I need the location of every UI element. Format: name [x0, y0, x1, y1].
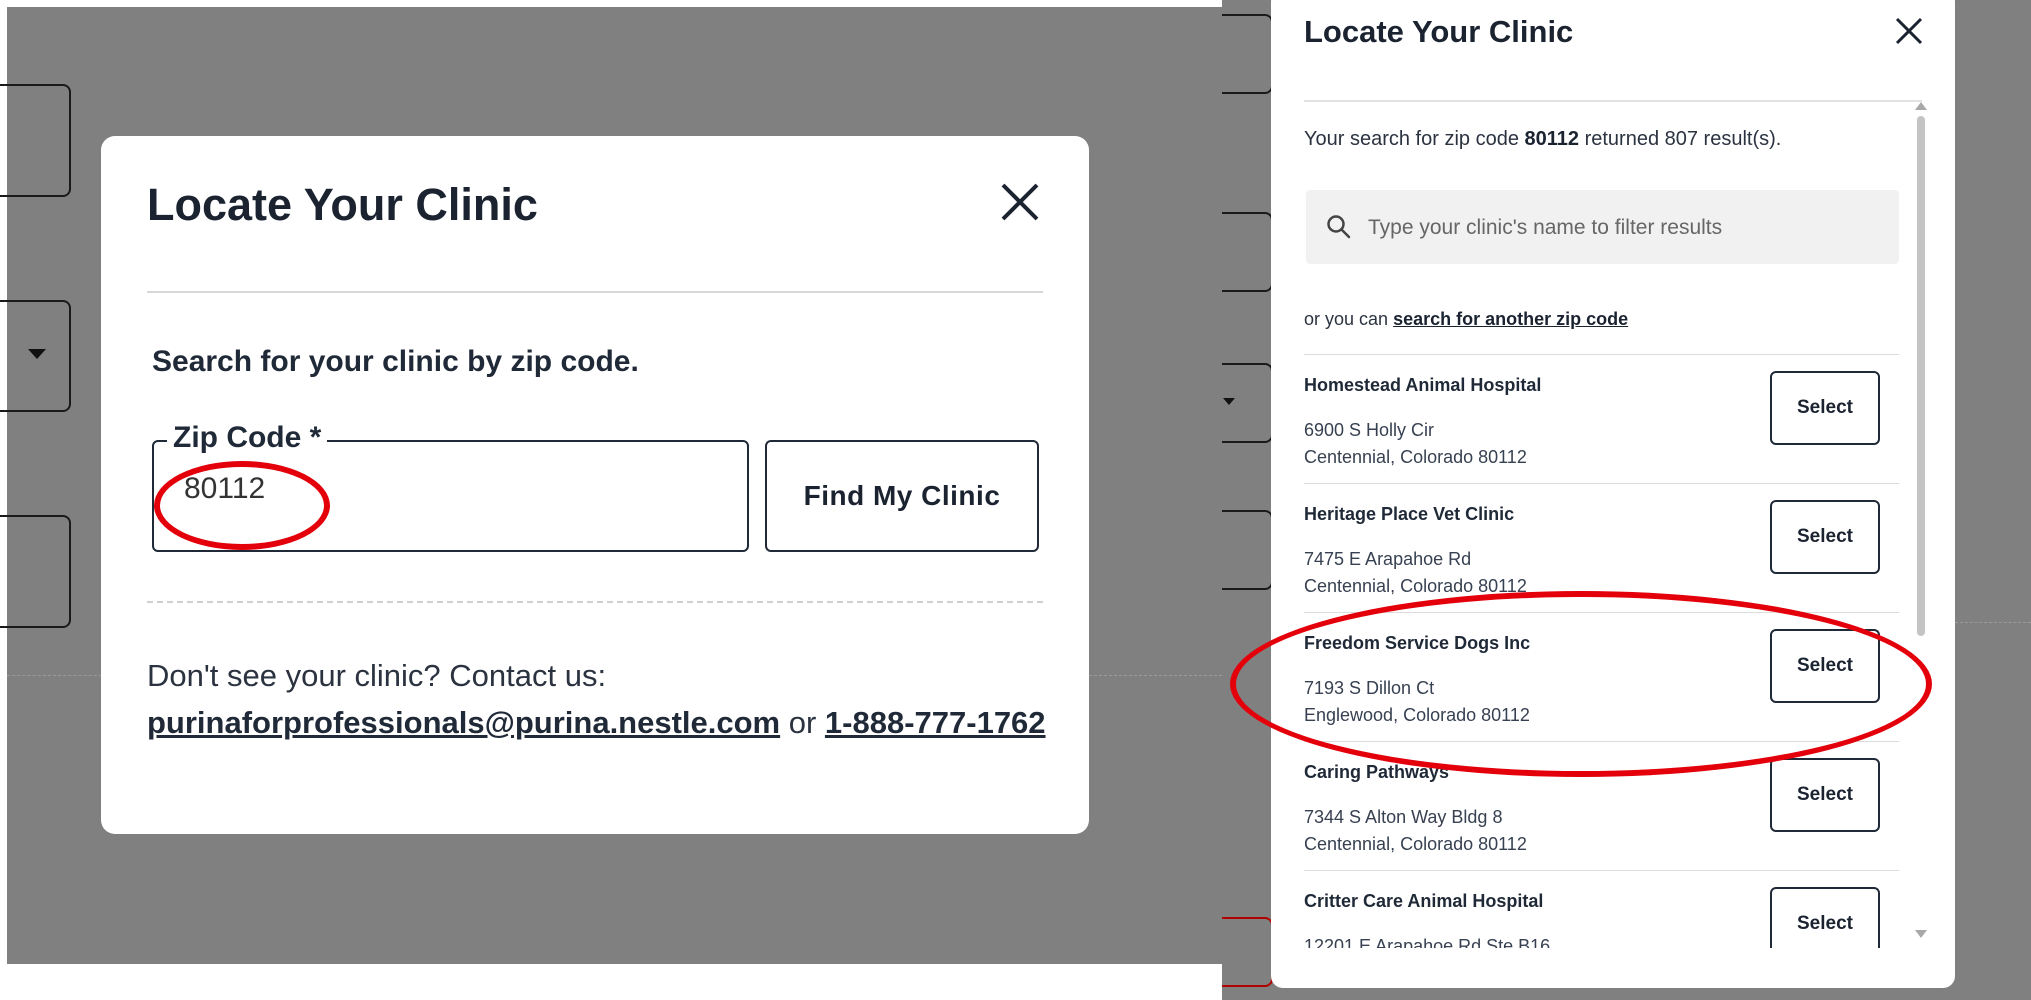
filter-input[interactable] — [1366, 210, 1880, 246]
close-icon[interactable] — [998, 180, 1042, 224]
contact-email-link[interactable]: purinaforprofessionals@purina.nestle.com — [147, 705, 780, 740]
clinic-address: 7193 S Dillon Ct Englewood, Colorado 8011… — [1304, 675, 1530, 729]
select-clinic-button[interactable]: Select — [1770, 887, 1880, 948]
close-icon[interactable] — [1894, 16, 1924, 46]
or-text: or you can — [1304, 309, 1394, 329]
scrollbar[interactable] — [1914, 102, 1927, 948]
clinic-name: Homestead Animal Hospital — [1304, 375, 1542, 395]
background-input — [1222, 510, 1273, 590]
summary-prefix: Your search for zip code — [1304, 128, 1525, 150]
background-input — [1222, 14, 1273, 94]
contact-or: or — [780, 705, 825, 740]
scroll-up-arrow-icon[interactable] — [1915, 102, 1927, 110]
chevron-down-icon — [28, 349, 46, 359]
clinic-name: Caring Pathways — [1304, 762, 1450, 782]
search-prompt: Search for your clinic by zip code. — [152, 345, 639, 378]
clinic-address: 12201 E Arapahoe Rd Ste B16 — [1304, 933, 1550, 948]
dialog-title: Locate Your Clinic — [147, 179, 538, 230]
search-icon — [1327, 215, 1351, 239]
select-clinic-button[interactable]: Select — [1770, 371, 1880, 445]
clinic-street: 7193 S Dillon Ct — [1304, 678, 1435, 698]
search-another-zip-link[interactable]: search for another zip code — [1393, 309, 1628, 329]
zip-code-label: Zip Code * — [167, 420, 328, 456]
list-item: Freedom Service Dogs Inc 7193 S Dillon Ct… — [1304, 612, 1899, 741]
select-clinic-button[interactable]: Select — [1770, 758, 1880, 832]
background-divider — [1089, 675, 1222, 676]
clinic-city: Centennial, Colorado 80112 — [1304, 447, 1527, 467]
filter-field[interactable] — [1306, 190, 1899, 264]
background-input — [1222, 212, 1273, 292]
contact-phone-link[interactable]: 1-888-777-1762 — [825, 705, 1046, 740]
dialog-title: Locate Your Clinic — [1304, 14, 1574, 49]
chevron-down-icon — [1223, 398, 1235, 405]
clinic-name: Critter Care Animal Hospital — [1304, 891, 1544, 911]
contact-text: Don't see your clinic? Contact us: purin… — [147, 652, 1047, 746]
list-item: Heritage Place Vet Clinic 7475 E Arapahoe… — [1304, 483, 1899, 612]
clinic-results-dialog: Locate Your Clinic Your search for zip c… — [1271, 0, 1955, 988]
background-input — [0, 515, 71, 628]
search-again-text: or you can search for another zip code — [1304, 309, 1628, 330]
clinic-list: Homestead Animal Hospital 6900 S Holly Ci… — [1304, 354, 1899, 948]
right-screenshot-panel: Locate Your Clinic Your search for zip c… — [1222, 0, 2031, 1000]
dialog-divider — [147, 291, 1043, 293]
select-clinic-button[interactable]: Select — [1770, 629, 1880, 703]
clinic-address: 7344 S Alton Way Bldg 8 Centennial, Color… — [1304, 804, 1527, 858]
clinic-city: Centennial, Colorado 80112 — [1304, 576, 1527, 596]
clinic-street: 7475 E Arapahoe Rd — [1304, 549, 1472, 569]
scroll-down-arrow-icon[interactable] — [1915, 930, 1927, 938]
clinic-name: Heritage Place Vet Clinic — [1304, 504, 1515, 524]
dashed-divider — [147, 601, 1043, 603]
locate-clinic-dialog: Locate Your Clinic Search for your clini… — [101, 136, 1089, 834]
select-clinic-button[interactable]: Select — [1770, 500, 1880, 574]
clinic-street: 7344 S Alton Way Bldg 8 — [1304, 807, 1503, 827]
list-item: Homestead Animal Hospital 6900 S Holly Ci… — [1304, 354, 1899, 483]
contact-intro: Don't see your clinic? Contact us: — [147, 658, 607, 693]
background-input — [0, 84, 71, 197]
clinic-city: Englewood, Colorado 80112 — [1304, 705, 1530, 725]
background-input — [1222, 917, 1273, 987]
clinic-name: Freedom Service Dogs Inc — [1304, 633, 1531, 653]
summary-zip: 80112 — [1524, 128, 1580, 150]
clinic-street: 6900 S Holly Cir — [1304, 420, 1435, 440]
background-divider — [7, 675, 102, 676]
summary-suffix: returned 807 result(s). — [1579, 128, 1782, 150]
zip-code-input[interactable] — [184, 472, 684, 506]
background-divider — [1955, 622, 2031, 623]
clinic-address: 7475 E Arapahoe Rd Centennial, Colorado 8… — [1304, 546, 1527, 600]
list-item: Caring Pathways 7344 S Alton Way Bldg 8 Ce… — [1304, 741, 1899, 870]
scrollbar-thumb[interactable] — [1917, 116, 1925, 636]
find-my-clinic-button[interactable]: Find My Clinic — [765, 440, 1039, 552]
clinic-address: 6900 S Holly Cir Centennial, Colorado 801… — [1304, 417, 1527, 471]
zip-code-field[interactable]: Zip Code * — [152, 420, 749, 552]
results-summary: Your search for zip code 80112 returned … — [1304, 128, 1781, 151]
clinic-city: Centennial, Colorado 80112 — [1304, 834, 1527, 854]
clinic-street: 12201 E Arapahoe Rd Ste B16 — [1304, 936, 1551, 948]
results-scroll-area[interactable]: Your search for zip code 80112 returned … — [1304, 102, 1909, 948]
left-screenshot-panel: Locate Your Clinic Search for your clini… — [0, 0, 1222, 1000]
list-item: Critter Care Animal Hospital 12201 E Arap… — [1304, 870, 1899, 948]
